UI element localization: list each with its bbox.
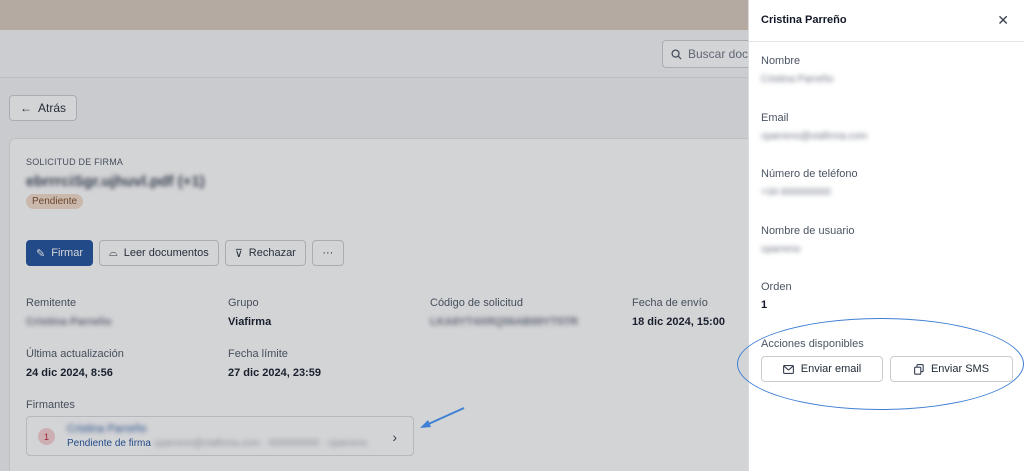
annotation-arrow bbox=[420, 407, 465, 428]
name-label: Nombre bbox=[761, 55, 801, 67]
available-actions-label: Acciones disponibles bbox=[761, 338, 864, 350]
panel-title: Cristina Parreño bbox=[761, 14, 847, 26]
send-sms-label: Enviar SMS bbox=[930, 363, 990, 375]
order-value: 1 bbox=[761, 299, 768, 311]
phone-label: Número de teléfono bbox=[761, 168, 858, 180]
email-value: cparreno@viafirma.com bbox=[761, 131, 868, 142]
order-label: Orden bbox=[761, 281, 792, 293]
send-email-label: Enviar email bbox=[800, 363, 862, 375]
close-icon[interactable]: ✕ bbox=[997, 12, 1009, 29]
send-email-button[interactable]: Enviar email bbox=[761, 356, 883, 382]
panel-header: Cristina Parreño ✕ bbox=[749, 0, 1024, 42]
username-label: Nombre de usuario bbox=[761, 225, 855, 237]
envelope-icon bbox=[782, 364, 794, 374]
email-label: Email bbox=[761, 112, 789, 124]
copy-icon bbox=[914, 363, 924, 375]
phone-value: +34 600000000 bbox=[761, 187, 831, 198]
name-value: Cristina Parreño bbox=[761, 74, 834, 85]
username-value: cparreno bbox=[761, 244, 801, 255]
modal-backdrop[interactable] bbox=[0, 0, 748, 471]
signer-detail-panel: Cristina Parreño ✕ Nombre Cristina Parre… bbox=[748, 0, 1024, 471]
send-sms-button[interactable]: Enviar SMS bbox=[890, 356, 1013, 382]
